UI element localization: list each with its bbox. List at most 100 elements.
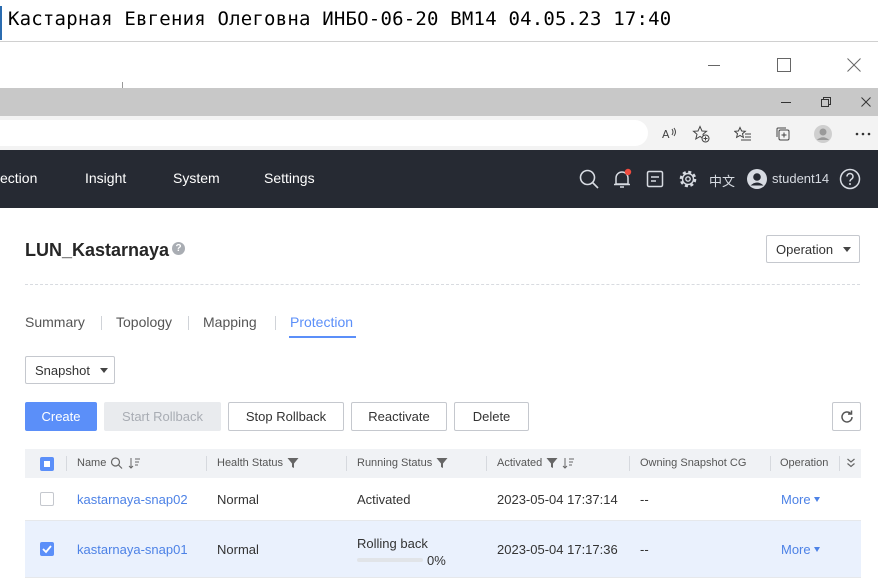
operation-dropdown[interactable]: Operation <box>766 235 860 263</box>
column-running-label: Running Status <box>357 457 433 469</box>
read-aloud-glyph: A <box>662 127 676 141</box>
restore-icon <box>821 97 831 107</box>
chevron-down-icon <box>813 547 820 552</box>
row-checkbox[interactable] <box>40 542 54 556</box>
health-status: Normal <box>217 542 259 557</box>
url-field[interactable] <box>0 120 648 146</box>
reactivate-button[interactable]: Reactivate <box>351 402 447 431</box>
username[interactable]: student14 <box>772 171 829 186</box>
sort-icon[interactable] <box>128 457 141 469</box>
window-minimize-button[interactable] <box>694 50 734 80</box>
column-owning-label: Owning Snapshot CG <box>640 457 747 469</box>
delete-button[interactable]: Delete <box>454 402 529 431</box>
gear-icon[interactable] <box>676 167 700 191</box>
rollback-progress-bar <box>357 558 423 562</box>
avatar-glyph <box>747 169 767 189</box>
user-avatar-icon[interactable] <box>745 167 769 191</box>
minimize-icon <box>781 102 791 103</box>
select-all-checkbox[interactable] <box>40 457 54 471</box>
column-separator <box>629 456 630 471</box>
operation-label: Operation <box>776 241 834 257</box>
more-label: More <box>781 492 811 507</box>
search-glyph <box>579 169 599 189</box>
snapshot-select-label: Snapshot <box>35 362 90 378</box>
filter-icon[interactable] <box>546 457 558 469</box>
collections-glyph <box>776 127 790 141</box>
running-status: Activated <box>357 492 411 507</box>
filter-icon[interactable] <box>436 457 448 469</box>
svg-text:A: A <box>662 128 670 141</box>
ellipsis-glyph <box>855 132 871 136</box>
table-header: Name Health Status Running Status Activa… <box>25 449 861 478</box>
health-status: Normal <box>217 492 259 507</box>
tab-topology[interactable]: Topology <box>116 314 172 330</box>
snapshot-type-select[interactable]: Snapshot <box>25 356 115 384</box>
snapshot-name-link[interactable]: kastarnaya-snap01 <box>77 542 188 557</box>
help-glyph <box>839 168 861 190</box>
read-aloud-icon[interactable]: A <box>659 125 681 143</box>
running-status: Rolling back <box>357 536 428 551</box>
table-row[interactable]: kastarnaya-snap02 Normal Activated 2023-… <box>25 478 861 521</box>
column-separator <box>486 456 487 471</box>
chevron-down-icon <box>813 497 820 502</box>
sort-icon[interactable] <box>562 457 575 469</box>
browser-tab-bar <box>0 88 878 116</box>
favorite-add-icon[interactable] <box>690 125 712 143</box>
browser-close-button[interactable] <box>846 88 878 116</box>
chevron-down-icon <box>843 246 852 252</box>
nav-system[interactable]: System <box>173 170 220 186</box>
help-icon[interactable] <box>838 167 862 191</box>
tab-protection[interactable]: Protection <box>290 314 353 330</box>
column-header-owning: Owning Snapshot CG <box>640 457 746 469</box>
column-name-label: Name <box>77 457 107 469</box>
column-separator <box>839 456 840 471</box>
rollback-progress-label: 0% <box>427 553 446 568</box>
column-settings-icon[interactable] <box>846 457 856 469</box>
favorites-icon[interactable] <box>732 125 754 143</box>
column-separator <box>770 456 771 471</box>
column-header-running: Running Status <box>357 457 448 469</box>
nav-protection[interactable]: ection <box>0 170 37 186</box>
collections-icon[interactable] <box>772 125 794 143</box>
tab-separator <box>275 316 276 330</box>
owning-snapshot-cg: -- <box>640 492 649 507</box>
close-icon <box>861 97 871 107</box>
row-checkbox[interactable] <box>40 492 54 506</box>
start-rollback-button[interactable]: Start Rollback <box>104 402 221 431</box>
column-separator <box>206 456 207 471</box>
profile-glyph <box>814 125 832 143</box>
maximize-icon <box>777 58 791 72</box>
tab-summary[interactable]: Summary <box>25 314 85 330</box>
search-icon[interactable] <box>577 167 601 191</box>
profile-icon[interactable] <box>812 125 834 143</box>
star-plus-glyph <box>692 125 710 143</box>
browser-restore-button[interactable] <box>806 88 846 116</box>
window-maximize-button[interactable] <box>764 50 804 80</box>
stop-rollback-button[interactable]: Stop Rollback <box>228 402 344 431</box>
create-button[interactable]: Create <box>25 402 97 431</box>
window-close-button[interactable] <box>834 50 874 80</box>
notification-bell-icon[interactable] <box>610 167 634 191</box>
owning-snapshot-cg: -- <box>640 542 649 557</box>
double-chevron-down-icon <box>847 458 855 468</box>
title-help-icon[interactable]: ? <box>172 242 185 255</box>
nav-insight[interactable]: Insight <box>85 170 126 186</box>
snapshot-name-link[interactable]: kastarnaya-snap02 <box>77 492 188 507</box>
search-icon[interactable] <box>110 457 124 469</box>
language-switch[interactable]: 中文 <box>709 171 735 190</box>
filter-icon[interactable] <box>287 457 299 469</box>
title-divider <box>25 284 860 285</box>
table-row-selected[interactable]: kastarnaya-snap01 Normal Rolling back 0%… <box>25 521 861 578</box>
column-header-health: Health Status <box>217 457 299 469</box>
tab-mapping[interactable]: Mapping <box>203 314 257 330</box>
browser-minimize-button[interactable] <box>766 88 806 116</box>
nav-settings[interactable]: Settings <box>264 170 315 186</box>
refresh-button[interactable] <box>832 402 861 431</box>
column-health-label: Health Status <box>217 457 284 469</box>
more-menu-icon[interactable] <box>852 125 874 143</box>
more-actions-button[interactable]: More <box>781 542 820 557</box>
task-list-icon[interactable] <box>643 167 667 191</box>
refresh-icon <box>840 410 853 423</box>
favorites-glyph <box>734 126 751 141</box>
more-actions-button[interactable]: More <box>781 492 820 507</box>
